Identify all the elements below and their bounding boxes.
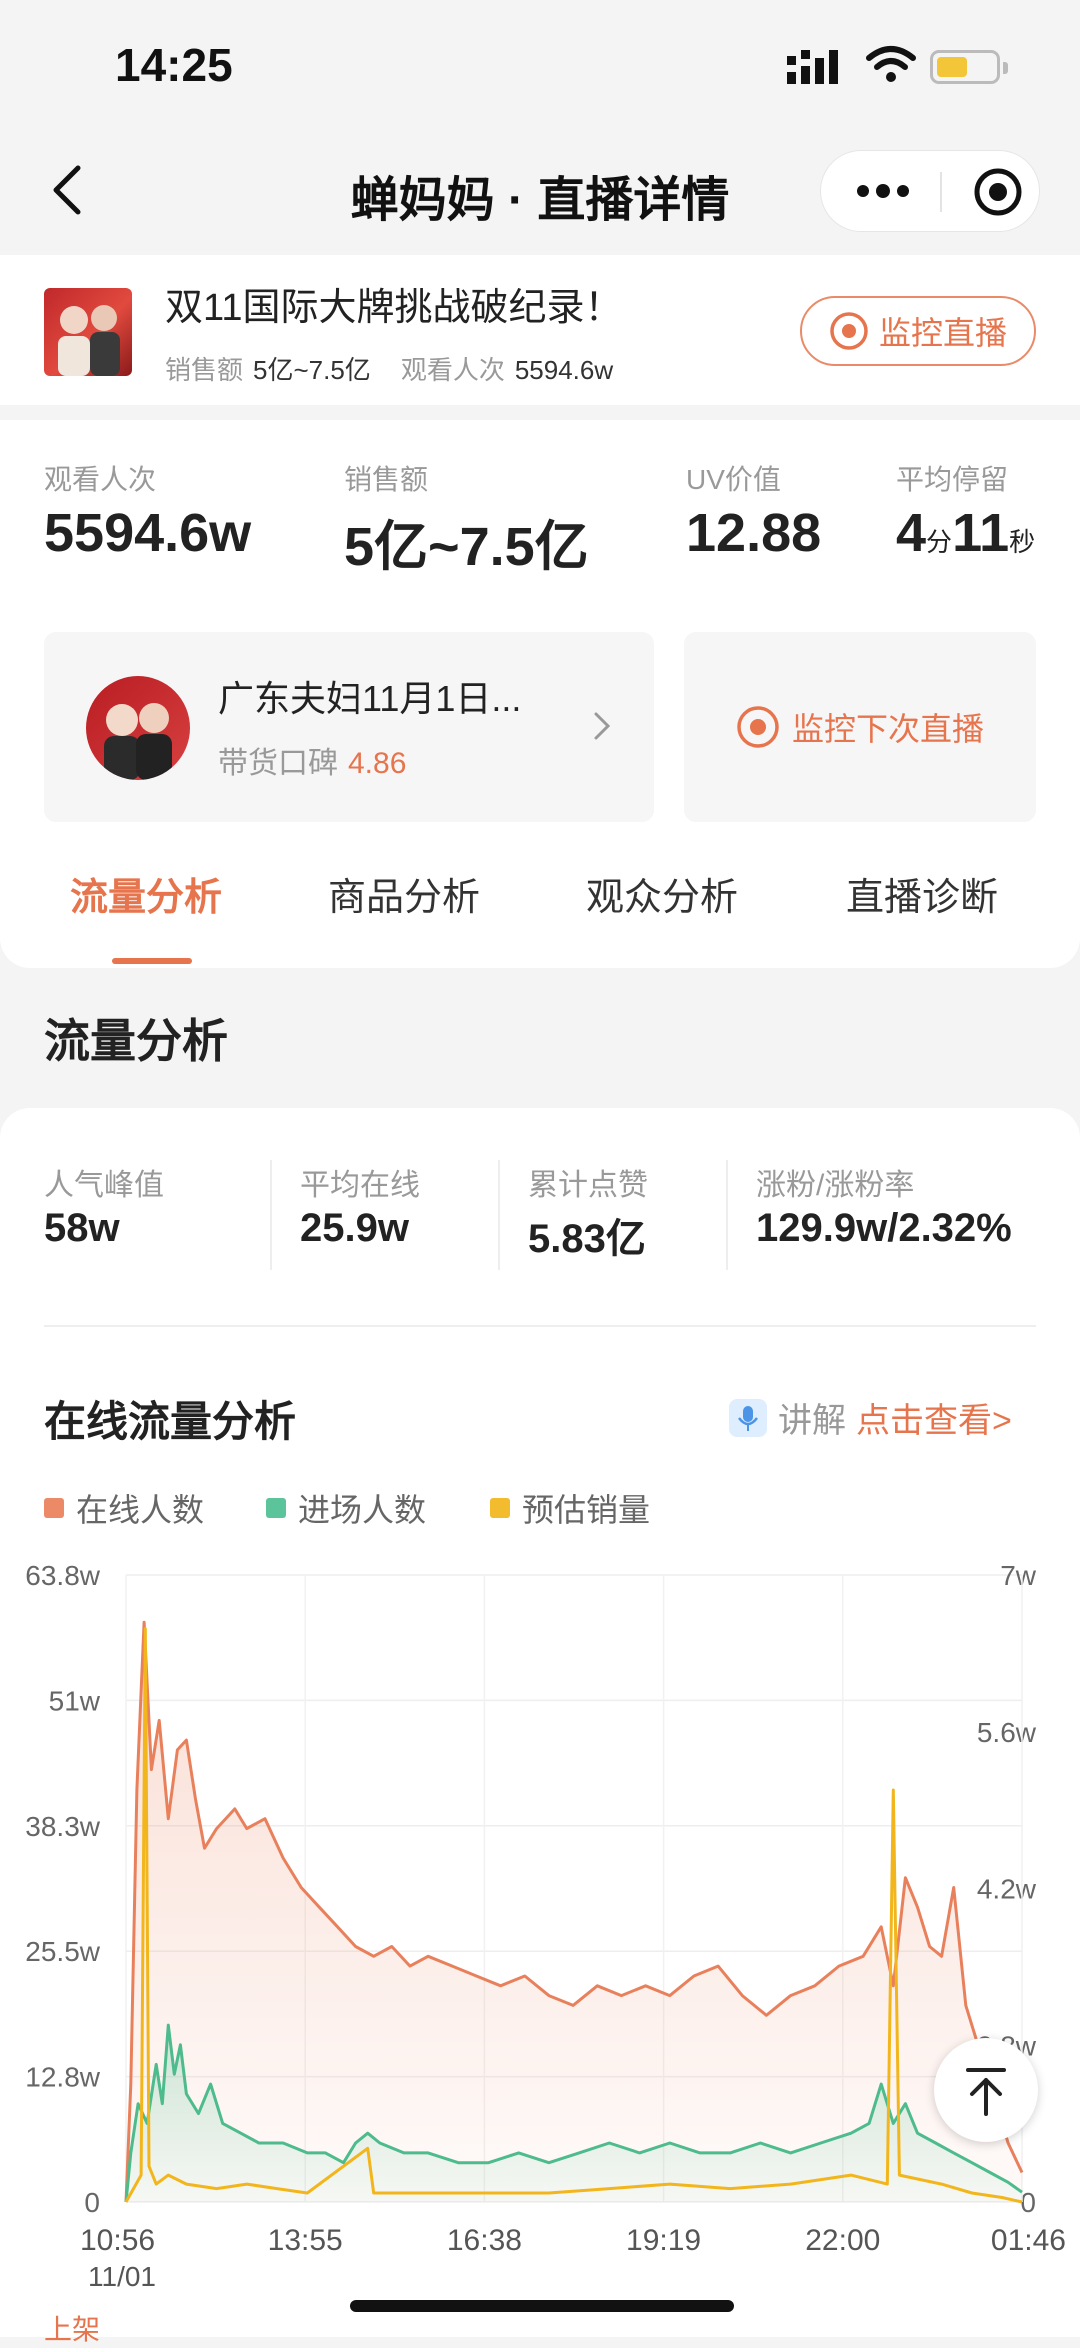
explain-view-link[interactable]: 点击查看> <box>856 1393 1012 1442</box>
legend-swatch-entry <box>266 1498 286 1518</box>
stay-seconds: 11 <box>952 503 1010 563</box>
stat-value-views: 5594.6w <box>44 503 252 563</box>
active-tab-indicator <box>112 958 192 964</box>
sales-value: 5亿~7.5亿 <box>253 355 371 385</box>
metric-value-likes: 5.83亿 <box>528 1217 646 1261</box>
monitor-live-label: 监控直播 <box>878 315 1007 351</box>
stat-label-stay: 平均停留 <box>896 464 1009 495</box>
tab-traffic[interactable]: 流量分析 <box>70 866 222 921</box>
anchor-avatar <box>86 676 190 780</box>
divider <box>44 1325 1036 1327</box>
y-axis-left-tick-label: 12.8w <box>25 2062 100 2093</box>
monitor-target-icon <box>737 706 779 748</box>
anchor-reputation: 带货口碑 4.86 <box>218 738 406 782</box>
metric-label-likes: 累计点赞 <box>528 1169 648 1202</box>
y-axis-right-tick-label: 4.2w <box>977 1874 1037 1905</box>
anchor-avatar-image <box>104 703 172 780</box>
home-indicator <box>350 2300 734 2312</box>
legend-label-sales: 预估销量 <box>522 1492 651 1528</box>
legend-swatch-online <box>44 1498 64 1518</box>
bottom-listing-label: 上架 <box>44 2314 101 2345</box>
legend-entry[interactable]: 进场人数 <box>266 1485 426 1531</box>
online-traffic-chart[interactable]: 63.8w51w38.3w25.5w12.8w07w5.6w4.2w2.8w01… <box>0 1545 1080 2305</box>
metric-label-peak: 人气峰值 <box>44 1169 164 1202</box>
status-time: 14:25 <box>115 39 233 91</box>
metric-value-followers: 129.9w/2.32% <box>756 1206 1012 1250</box>
y-axis-left-tick-label: 51w <box>49 1685 101 1716</box>
live-cover-image <box>58 305 120 376</box>
back-to-top-button[interactable] <box>934 2038 1038 2142</box>
wifi-icon <box>866 46 916 82</box>
monitor-next-live-label: 监控下次直播 <box>791 711 984 747</box>
x-axis-date-label: 11/01 <box>88 2261 156 2292</box>
live-thumbnail[interactable] <box>44 288 132 376</box>
views-label: 观看人次 <box>400 355 505 385</box>
tab-products[interactable]: 商品分析 <box>328 866 480 921</box>
metric-label-followers: 涨粉/涨粉率 <box>756 1169 915 1202</box>
reputation-value: 4.86 <box>348 747 407 780</box>
metric-label-avg-online: 平均在线 <box>300 1169 420 1202</box>
stat-value-sales: 5亿~7.5亿 <box>344 517 589 577</box>
x-axis-tick-label: 19:19 <box>626 2224 701 2257</box>
y-axis-left-tick-label: 63.8w <box>25 1560 100 1591</box>
y-axis-left-tick-label: 38.3w <box>25 1811 100 1842</box>
stay-seconds-unit: 秒 <box>1009 527 1036 557</box>
x-axis-tick-label: 13:55 <box>268 2224 343 2257</box>
chevron-right-icon <box>594 712 611 740</box>
battery-tip <box>1003 62 1008 74</box>
explain-label: 讲解 <box>778 1402 846 1440</box>
battery-icon <box>930 50 1000 84</box>
section-title: 流量分析 <box>44 1015 228 1067</box>
legend-label-entry: 进场人数 <box>298 1492 427 1528</box>
views-value: 5594.6w <box>514 355 614 385</box>
stat-value-uv: 12.88 <box>686 503 822 563</box>
x-axis-tick-label: 16:38 <box>447 2224 522 2257</box>
close-target-icon[interactable] <box>972 166 1024 218</box>
legend-swatch-sales <box>490 1498 510 1518</box>
y-axis-right-tick-label: 5.6w <box>977 1717 1037 1748</box>
cellular-signal-icon <box>787 50 838 84</box>
legend-online[interactable]: 在线人数 <box>44 1485 204 1531</box>
y-axis-left-tick-label: 25.5w <box>25 1936 100 1967</box>
x-axis-tick-label: 22:00 <box>805 2224 880 2257</box>
stat-value-stay: 4分11秒 <box>896 502 1035 564</box>
anchor-name: 广东夫妇11月1日... <box>218 678 522 719</box>
y-axis-left-tick-label: 0 <box>84 2187 100 2218</box>
legend-label-online: 在线人数 <box>76 1492 205 1528</box>
monitor-next-live-button[interactable]: 监控下次直播 <box>684 632 1036 822</box>
sales-label: 销售额 <box>165 355 244 385</box>
stat-label-sales: 销售额 <box>344 464 429 495</box>
y-axis-right-tick-label: 0 <box>1020 2187 1036 2218</box>
live-title: 双11国际大牌挑战破纪录！ <box>165 287 623 329</box>
reputation-label: 带货口碑 <box>218 747 338 780</box>
x-axis-tick-label: 10:56 <box>80 2224 155 2257</box>
arrow-up-icon <box>966 2068 1006 2116</box>
live-meta: 销售额 5亿~7.5亿 观看人次 5594.6w <box>165 350 643 387</box>
monitor-target-icon <box>830 312 868 350</box>
x-axis-tick-label: 01:46 <box>991 2224 1066 2257</box>
metric-divider <box>270 1160 272 1270</box>
capsule-divider <box>940 172 942 212</box>
stat-label-uv: UV价值 <box>686 464 781 495</box>
chart-title: 在线流量分析 <box>44 1398 297 1445</box>
tab-diagnosis[interactable]: 直播诊断 <box>846 866 998 921</box>
metric-value-peak: 58w <box>44 1206 120 1250</box>
stay-minutes-unit: 分 <box>926 527 953 557</box>
tab-audience[interactable]: 观众分析 <box>586 866 738 921</box>
explain-link[interactable]: 讲解 点击查看> <box>728 1393 1012 1442</box>
metric-divider <box>498 1160 500 1270</box>
stay-minutes: 4 <box>896 503 927 563</box>
more-icon[interactable] <box>855 176 911 206</box>
monitor-live-button[interactable]: 监控直播 <box>800 296 1036 366</box>
microphone-icon <box>729 1398 767 1437</box>
metric-divider <box>726 1160 728 1270</box>
y-axis-right-tick-label: 7w <box>1000 1560 1037 1591</box>
metric-value-avg-online: 25.9w <box>300 1206 409 1250</box>
stat-label-views: 观看人次 <box>44 464 157 495</box>
legend-sales[interactable]: 预估销量 <box>490 1485 650 1531</box>
